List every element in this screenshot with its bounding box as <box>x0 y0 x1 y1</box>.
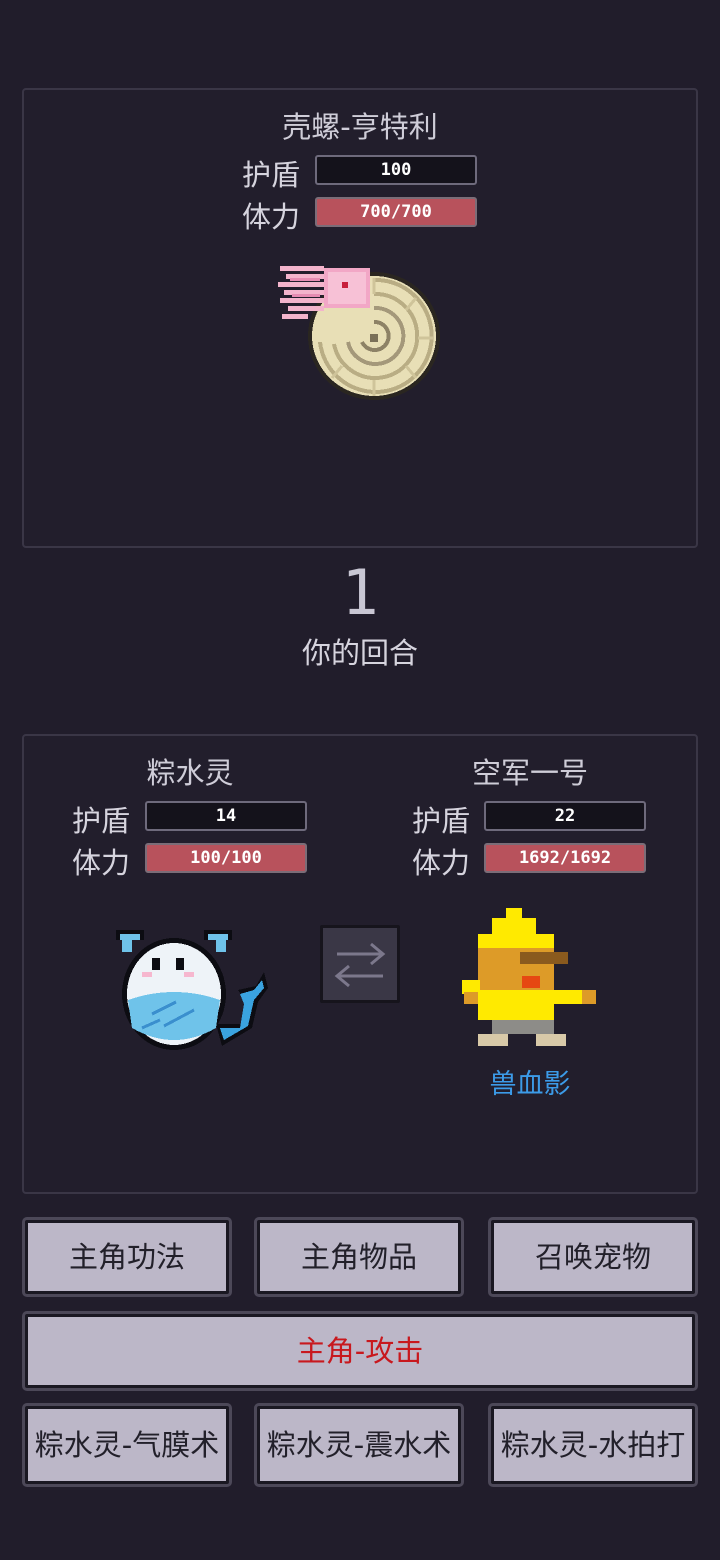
hero-skill-label[interactable]: 兽血影 <box>430 1062 630 1101</box>
hero-name: 空军一号 <box>471 756 588 790</box>
pet-shield-label: 护盾 <box>72 804 131 838</box>
enemy-shield-label: 护盾 <box>242 158 301 192</box>
water-spirit-sprite[interactable] <box>112 928 268 1052</box>
hero-hp-bar: 1692/1692 <box>484 843 646 873</box>
pet-hp-label: 体力 <box>72 846 131 880</box>
hero-skills-button[interactable]: 主角功法 <box>22 1217 232 1297</box>
enemy-name: 壳螺-亨特利 <box>282 110 438 144</box>
summon-pet-button[interactable]: 召唤宠物 <box>488 1217 698 1297</box>
enemy-hp-bar: 700/700 <box>315 197 477 227</box>
pet-hp-bar: 100/100 <box>145 843 307 873</box>
hero-items-button[interactable]: 主角物品 <box>254 1217 464 1297</box>
swap-button[interactable] <box>320 925 400 1003</box>
swap-arrows-icon <box>334 942 386 988</box>
pet-name: 粽水灵 <box>146 756 234 790</box>
pet-skill-2-button[interactable]: 粽水灵-震水术 <box>254 1403 464 1487</box>
hero-attack-button[interactable]: 主角-攻击 <box>22 1311 698 1391</box>
yellow-hero-sprite[interactable] <box>460 906 600 1048</box>
hero-shield-label: 护盾 <box>412 804 471 838</box>
ammonite-sprite[interactable] <box>276 258 446 402</box>
hero-shield-bar: 22 <box>484 801 646 831</box>
pet-skill-3-button[interactable]: 粽水灵-水拍打 <box>488 1403 698 1487</box>
pet-skill-1-button[interactable]: 粽水灵-气膜术 <box>22 1403 232 1487</box>
enemy-shield-bar: 100 <box>315 155 477 185</box>
enemy-hp-label: 体力 <box>242 200 301 234</box>
turn-label: 你的回合 <box>301 636 418 670</box>
pet-shield-bar: 14 <box>145 801 307 831</box>
hero-hp-label: 体力 <box>412 846 471 880</box>
turn-number: 1 <box>341 556 379 629</box>
